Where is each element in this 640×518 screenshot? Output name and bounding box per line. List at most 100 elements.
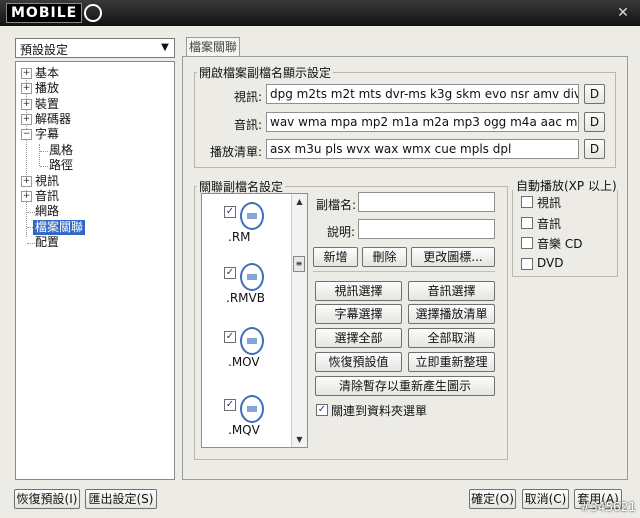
tree-item-label: 播放 <box>35 81 60 95</box>
tree-item-device[interactable]: + 裝置 <box>21 97 59 112</box>
list-item[interactable]: ✓ .RM <box>206 200 291 262</box>
association-checkbox[interactable]: ✓ <box>224 267 236 279</box>
video-ext-label: 視訊: <box>234 90 263 104</box>
ext-name-label: 副檔名: <box>316 198 357 212</box>
scroll-up-icon[interactable]: ▲ <box>292 194 307 209</box>
rmvb-file-icon <box>240 263 264 291</box>
preset-dropdown-value: 預設設定 <box>20 43 69 57</box>
playlist-select-button[interactable]: 選擇播放清單 <box>408 304 495 324</box>
video-ext-field[interactable]: dpg m2ts m2t mts dvr-ms k3g skm evo nsr … <box>266 84 579 104</box>
logo-badge-icon <box>84 4 103 22</box>
preset-dropdown[interactable]: 預設設定 ▼ <box>15 38 175 58</box>
tree-item-path[interactable]: 路徑 <box>49 158 73 173</box>
folder-menu-label: 關連到資料夾選單 <box>331 404 428 418</box>
app-logo: MOBILE <box>6 3 103 23</box>
tree-item-label: 字幕 <box>35 127 60 141</box>
tab-file-association[interactable]: 檔案關聯 <box>186 37 240 56</box>
expand-icon[interactable]: + <box>21 191 32 202</box>
desc-field[interactable] <box>358 219 495 239</box>
video-select-button[interactable]: 視訊選擇 <box>315 281 402 301</box>
delete-button[interactable]: 刪除 <box>362 247 407 267</box>
autoplay-video-label: 視訊 <box>537 196 562 210</box>
audio-select-button[interactable]: 音訊選擇 <box>408 281 495 301</box>
select-all-button[interactable]: 選擇全部 <box>315 328 402 348</box>
list-item[interactable]: ✓ .MOV <box>206 325 291 387</box>
expand-icon[interactable]: + <box>21 68 32 79</box>
tree-item-label: 路徑 <box>49 158 74 172</box>
desc-label: 說明: <box>327 225 356 239</box>
deselect-all-button[interactable]: 全部取消 <box>408 328 495 348</box>
rm-file-icon <box>240 202 264 230</box>
close-icon[interactable]: ✕ <box>612 4 634 22</box>
expand-icon[interactable]: + <box>21 83 32 94</box>
tree-item-label: 裝置 <box>35 97 60 111</box>
tree-item-label: 網路 <box>35 204 60 218</box>
tree-item-subtitle[interactable]: − 字幕 <box>21 127 59 142</box>
tree-item-audio[interactable]: + 音訊 <box>21 189 59 204</box>
scroll-down-icon[interactable]: ▼ <box>292 432 307 447</box>
ext-name-field[interactable] <box>358 192 495 212</box>
association-checkbox[interactable]: ✓ <box>224 206 236 218</box>
mqv-file-icon <box>240 395 264 423</box>
tree-item-label: 音訊 <box>35 189 60 203</box>
list-item-label: .MOV <box>228 355 260 369</box>
autoplay-cd-checkbox[interactable] <box>521 237 533 249</box>
list-item-label: .RM <box>228 230 251 244</box>
settings-tree[interactable]: + 基本 + 播放 + 裝置 + 解碼器 − 字幕 風格 路徑 + 視訊 + 音訊 網路 檔案… <box>15 61 175 480</box>
add-button[interactable]: 新增 <box>313 247 358 267</box>
tree-item-label: 檔案關聯 <box>35 220 84 234</box>
list-item-label: .MQV <box>228 423 260 437</box>
subtitle-select-button[interactable]: 字幕選擇 <box>315 304 402 324</box>
tree-item-file-association[interactable]: 檔案關聯 <box>33 220 86 235</box>
tree-connector <box>27 243 35 244</box>
cancel-button[interactable]: 取消(C) <box>522 489 569 509</box>
tree-item-network[interactable]: 網路 <box>35 204 59 219</box>
expand-icon[interactable]: + <box>21 99 32 110</box>
export-settings-button[interactable]: 匯出設定(S) <box>85 489 157 509</box>
tree-item-label: 解碼器 <box>35 112 72 126</box>
expand-icon[interactable]: + <box>21 114 32 125</box>
restore-preset-button[interactable]: 恢復預設(I) <box>14 489 80 509</box>
collapse-icon[interactable]: − <box>21 129 32 140</box>
tree-connector <box>40 151 48 152</box>
autoplay-video-checkbox[interactable] <box>521 196 533 208</box>
list-item[interactable]: ✓ .RMVB <box>206 261 291 323</box>
video-ext-default-button[interactable]: D <box>584 84 605 104</box>
autoplay-dvd-checkbox[interactable] <box>521 258 533 270</box>
tree-item-label: 風格 <box>49 143 74 157</box>
autoplay-cd-label: 音樂 CD <box>537 237 583 251</box>
chevron-down-icon[interactable]: ▼ <box>156 39 174 57</box>
tree-item-label: 基本 <box>35 66 60 80</box>
audio-ext-field[interactable]: wav wma mpa mp2 m1a m2a mp3 ogg m4a aac … <box>266 112 579 132</box>
tree-item-basic[interactable]: + 基本 <box>21 66 59 81</box>
tree-connector <box>39 144 40 166</box>
expand-icon[interactable]: + <box>21 176 32 187</box>
watermark: #345621 <box>580 500 636 514</box>
playlist-ext-field[interactable]: asx m3u pls wvx wax wmx cue mpls dpl <box>266 139 579 159</box>
list-item[interactable]: ✓ .MQV <box>206 393 291 455</box>
association-checkbox[interactable]: ✓ <box>224 399 236 411</box>
autoplay-audio-checkbox[interactable] <box>521 217 533 229</box>
tree-connector <box>27 212 35 213</box>
ok-button[interactable]: 確定(O) <box>469 489 516 509</box>
mov-file-icon <box>240 327 264 355</box>
tree-item-playback[interactable]: + 播放 <box>21 81 59 96</box>
playlist-ext-default-button[interactable]: D <box>584 139 605 159</box>
tree-item-video[interactable]: + 視訊 <box>21 174 59 189</box>
clear-cache-button[interactable]: 清除暫存以重新產生圖示 <box>315 376 495 396</box>
change-icon-button[interactable]: 更改圖標... <box>411 247 495 267</box>
audio-ext-default-button[interactable]: D <box>584 112 605 132</box>
tree-item-decoder[interactable]: + 解碼器 <box>21 112 71 127</box>
reorganize-button[interactable]: 立即重新整理 <box>408 352 495 372</box>
association-checkbox[interactable]: ✓ <box>224 331 236 343</box>
scroll-thumb[interactable]: ≡ <box>293 256 305 272</box>
restore-defaults-button[interactable]: 恢復預設值 <box>315 352 402 372</box>
tree-item-label: 配置 <box>35 235 60 249</box>
folder-menu-checkbox[interactable]: ✓ <box>316 404 328 416</box>
settings-window: MOBILE ✕ 預設設定 ▼ + 基本 + 播放 + 裝置 + 解碼器 − 字幕 風格 … <box>0 0 640 518</box>
association-list[interactable]: ✓ .RM ✓ .RMVB ✓ .MOV ✓ .MQV ▲ ≡ ▼ <box>201 193 308 448</box>
tree-item-config[interactable]: 配置 <box>35 235 59 250</box>
tree-item-style[interactable]: 風格 <box>49 143 73 158</box>
list-scrollbar[interactable]: ▲ ≡ ▼ <box>291 194 307 447</box>
ext-display-legend: 開啟檔案副檔名顯示設定 <box>199 66 332 80</box>
